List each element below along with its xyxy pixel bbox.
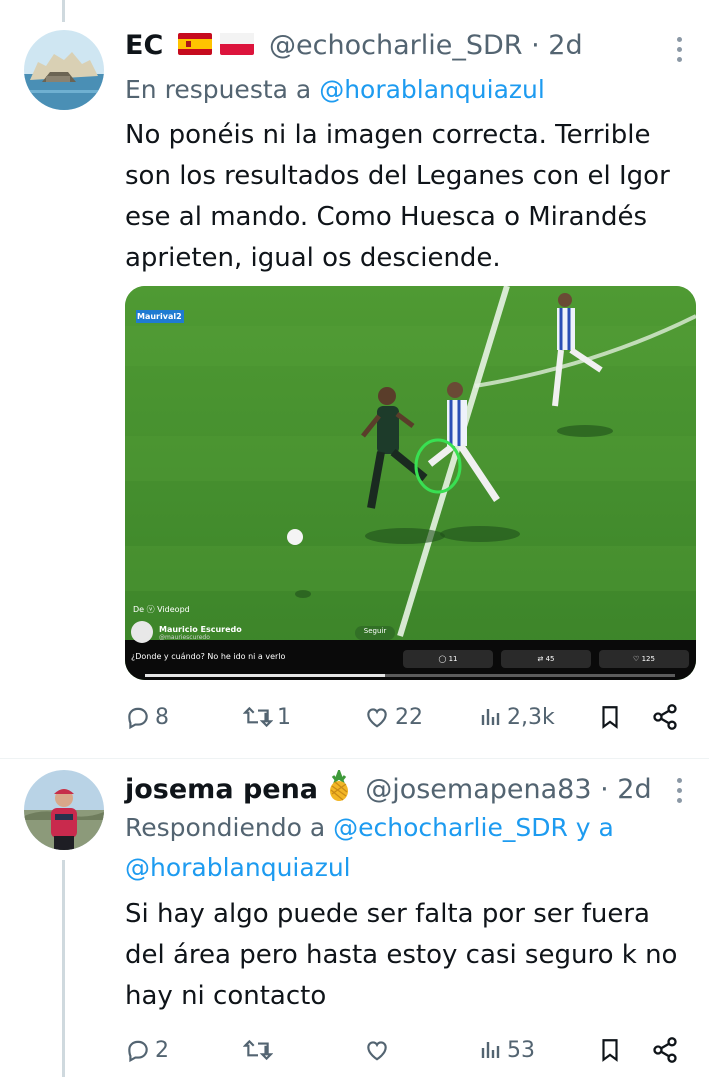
video-likes: ♡ 125	[599, 650, 689, 668]
reply-joiner: y a	[567, 813, 614, 842]
bookmark-icon	[602, 1039, 618, 1062]
retweet-icon	[243, 706, 273, 728]
tweet-header: EC @echocharlie_SDR · 2d	[125, 29, 583, 64]
timestamp[interactable]: 2d	[548, 30, 582, 61]
tweet-text: No ponéis ni la imagen correcta. Terribl…	[125, 120, 670, 273]
video-thumbnail[interactable]: Maurival2 De ⓥ Videopd Mauricio Escuredo…	[125, 286, 696, 680]
retweet-button[interactable]: 1	[243, 700, 291, 734]
share-button[interactable]	[651, 700, 679, 734]
tweet-divider	[0, 758, 709, 759]
bookmark-button[interactable]	[597, 1033, 623, 1067]
views-count: 2,3k	[507, 704, 555, 730]
views-count: 53	[507, 1037, 535, 1063]
video-retweets: ⇄ 45	[501, 650, 591, 668]
tweet-header: josema pena @josemapena83 · 2d	[125, 767, 652, 811]
retweet-count: 1	[277, 704, 291, 730]
like-button[interactable]: 22	[363, 700, 423, 734]
reply-context: Respondiendo a @echocharlie_SDR y a	[125, 810, 614, 846]
bookmark-button[interactable]	[597, 700, 623, 734]
bookmark-icon	[602, 706, 618, 729]
video-caption: ¿Donde y cuándo? No he ido ni a verlo	[131, 652, 286, 661]
views-button[interactable]: 53	[479, 1033, 535, 1067]
reply-prefix: Respondiendo a	[125, 813, 334, 842]
retweet-icon	[243, 1039, 273, 1061]
reply-prefix: En respuesta a	[125, 75, 320, 104]
video-replies: ◯ 11	[403, 650, 493, 668]
channel-tag: Maurival2	[137, 312, 182, 321]
video-follow-button[interactable]: Seguir	[355, 627, 395, 635]
author-handle[interactable]: @echocharlie_SDR	[269, 30, 523, 61]
share-button[interactable]	[651, 1033, 679, 1067]
reply-button[interactable]: 2	[125, 1033, 169, 1067]
video-replies-count: 11	[448, 655, 458, 663]
retweet-button[interactable]	[243, 1033, 277, 1067]
like-count: 22	[395, 704, 423, 730]
poland-flag-icon	[220, 30, 255, 64]
video-likes-count: 125	[641, 655, 655, 663]
views-icon	[481, 1042, 500, 1058]
video-poster-handle: @mauriescuredo	[159, 634, 210, 641]
reply-count: 8	[155, 704, 169, 730]
pineapple-emoji-icon	[327, 767, 351, 811]
video-reply-icon: ◯	[438, 655, 449, 663]
author-name[interactable]: josema pena	[125, 774, 318, 805]
more-options-icon[interactable]	[677, 37, 683, 67]
heart-icon	[367, 708, 387, 728]
author-handle[interactable]: @josemapena83	[365, 774, 591, 805]
tweet[interactable]: EC @echocharlie_SDR · 2d En respuesta a …	[0, 0, 709, 760]
mention-link[interactable]: @horablanquiazul	[125, 853, 351, 882]
reply-icon	[128, 1040, 148, 1063]
like-button[interactable]	[363, 1033, 395, 1067]
reply-context: En respuesta a @horablanquiazul	[125, 72, 545, 108]
heart-icon	[367, 1041, 387, 1061]
video-retweet-icon: ⇄	[537, 655, 546, 663]
timestamp[interactable]: 2d	[617, 774, 651, 805]
more-options-icon[interactable]	[677, 778, 683, 808]
share-icon	[653, 1037, 677, 1063]
mention-link[interactable]: @echocharlie_SDR	[333, 813, 568, 842]
action-bar: 8 1 22 2,3k	[125, 700, 685, 734]
spain-flag-icon	[177, 30, 212, 64]
action-bar: 2 53	[125, 1033, 685, 1067]
reply-icon	[128, 707, 148, 730]
share-icon	[653, 704, 677, 730]
reply-context-line-2: @horablanquiazul	[125, 850, 351, 886]
video-source: De ⓥ Videopd	[133, 605, 190, 614]
separator-dot: ·	[522, 30, 549, 61]
views-button[interactable]: 2,3k	[479, 700, 555, 734]
author-name[interactable]: EC	[125, 30, 163, 61]
video-like-icon: ♡	[633, 655, 642, 663]
reply-button[interactable]: 8	[125, 700, 169, 734]
avatar[interactable]	[24, 30, 104, 110]
video-retweets-count: 45	[545, 655, 555, 663]
video-poster-name: Mauricio Escuredo	[159, 625, 242, 634]
tweet[interactable]: josema pena @josemapena83 · 2d Respondie…	[0, 760, 709, 1077]
avatar[interactable]	[24, 770, 104, 850]
mention-link[interactable]: @horablanquiazul	[319, 75, 545, 104]
views-icon	[481, 709, 500, 725]
separator-dot: ·	[591, 774, 618, 805]
tweet-text: Si hay algo puede ser falta por ser fuer…	[125, 899, 678, 1011]
reply-count: 2	[155, 1037, 169, 1063]
